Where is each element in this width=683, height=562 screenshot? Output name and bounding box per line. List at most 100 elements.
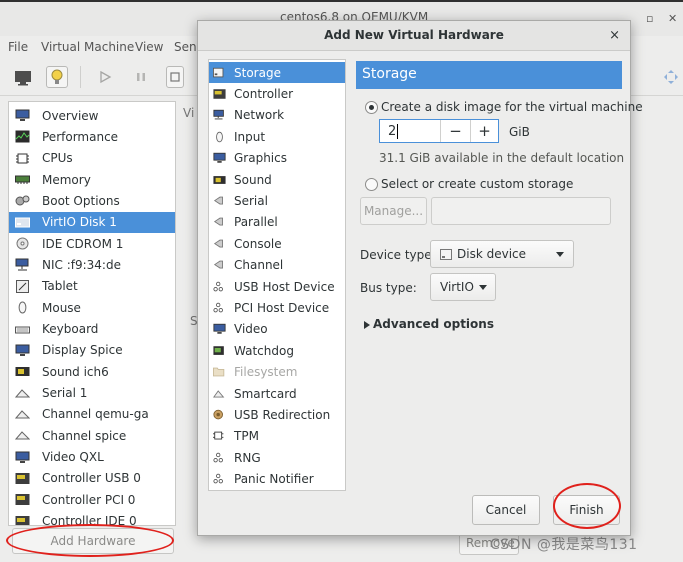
hardware-list-item[interactable]: Channel qemu-ga [9, 404, 175, 425]
device-type-item[interactable]: Network [209, 105, 345, 126]
device-type-item[interactable]: Controller [209, 83, 345, 104]
hardware-list-item-label: Boot Options [42, 193, 120, 208]
shutdown-button[interactable] [166, 66, 184, 88]
monitor-icon [15, 109, 30, 122]
hardware-list-item[interactable]: CPUs [9, 148, 175, 169]
details-view-button[interactable] [46, 66, 68, 88]
chevron-right-icon [364, 321, 370, 329]
device-type-item[interactable]: USB Redirection [209, 404, 345, 425]
device-type-item[interactable]: Input [209, 126, 345, 147]
hardware-list-item[interactable]: Overview [9, 105, 175, 126]
pause-icon[interactable] [130, 66, 152, 88]
storage-header: Storage [356, 61, 622, 89]
device-type-item[interactable]: Serial [209, 190, 345, 211]
close-icon[interactable]: × [609, 28, 620, 43]
tablet-icon [15, 279, 30, 293]
device-type-item[interactable]: Storage [209, 62, 345, 83]
memory-icon [15, 173, 30, 186]
device-type-combo[interactable]: Disk device [430, 240, 574, 268]
disk-device-icon [440, 249, 452, 260]
console-view-icon[interactable] [12, 66, 34, 88]
device-type-item[interactable]: Smartcard [209, 383, 345, 404]
storage-header-title: Storage [362, 66, 417, 82]
device-type-item[interactable]: USB Host Device [209, 276, 345, 297]
device-type-item-label: USB Host Device [234, 279, 335, 294]
device-type-item[interactable]: Video [209, 319, 345, 340]
run-icon[interactable] [94, 66, 116, 88]
hardware-list-item-label: Display Spice [42, 343, 123, 358]
hardware-list-item[interactable]: Performance [9, 126, 175, 147]
hardware-list-item-label: Controller USB 0 [42, 471, 141, 486]
device-type-item-label: Network [234, 108, 285, 123]
increment-button[interactable]: + [470, 120, 498, 142]
bus-type-combo[interactable]: VirtIO [430, 273, 496, 301]
create-disk-label[interactable]: Create a disk image for the virtual mach… [381, 100, 643, 114]
hardware-list-item-label: Performance [42, 129, 119, 144]
device-type-item[interactable]: Sound [209, 169, 345, 190]
hardware-list-item-label: Serial 1 [42, 386, 88, 401]
device-type-item[interactable]: Watchdog [209, 340, 345, 361]
hardware-list-item[interactable]: Channel spice [9, 425, 175, 446]
serial-port-icon [14, 387, 31, 400]
dialog-header: Add New Virtual Hardware × [198, 21, 630, 51]
device-type-item-label: Serial [234, 193, 268, 208]
disk-size-spinbutton[interactable]: 2 − + [379, 119, 499, 143]
device-type-item[interactable]: PCI Host Device [209, 297, 345, 318]
finish-button[interactable]: Finish [553, 495, 620, 525]
available-space-text: 31.1 GiB available in the default locati… [379, 151, 625, 165]
menu-virtual-machine[interactable]: Virtual Machine [41, 40, 134, 54]
device-type-item[interactable]: Console [209, 233, 345, 254]
hardware-list-item[interactable]: Mouse [9, 297, 175, 318]
hardware-list-item[interactable]: Keyboard [9, 319, 175, 340]
network-card-icon [15, 258, 30, 271]
usb-icon [213, 281, 226, 293]
display-icon [213, 152, 226, 164]
toolbar-separator [80, 66, 81, 88]
cancel-button[interactable]: Cancel [472, 495, 540, 525]
hardware-list-item[interactable]: Video QXL [9, 447, 175, 468]
hardware-list-item[interactable]: Tablet [9, 276, 175, 297]
rng-icon [213, 452, 226, 464]
hardware-list-item[interactable]: Controller USB 0 [9, 468, 175, 489]
hardware-list-item[interactable]: Serial 1 [9, 383, 175, 404]
plug-icon [213, 259, 226, 271]
hardware-list-item[interactable]: VirtIO Disk 1 [9, 211, 175, 233]
device-type-item[interactable]: Parallel [209, 212, 345, 233]
video-card-icon [15, 451, 30, 464]
create-disk-radio[interactable] [365, 101, 378, 114]
hardware-list-item[interactable]: Controller IDE 0 [9, 511, 175, 525]
hardware-list-item[interactable]: NIC :f9:34:de [9, 254, 175, 275]
disk-size-value[interactable]: 2 [388, 124, 396, 139]
device-type-item[interactable]: RNG [209, 447, 345, 468]
close-icon[interactable]: ✕ [668, 12, 677, 25]
storage-path-field[interactable] [431, 197, 611, 225]
device-type-item-label: Smartcard [234, 386, 297, 401]
device-type-item[interactable]: Panic Notifier [209, 469, 345, 490]
usb-redirection-icon [213, 409, 226, 421]
tpm-chip-icon [213, 430, 226, 442]
add-hardware-button[interactable]: Add Hardware [12, 528, 174, 554]
fullscreen-icon[interactable] [660, 66, 682, 88]
hardware-list-item[interactable]: Display Spice [9, 340, 175, 361]
device-type-item[interactable]: Graphics [209, 148, 345, 169]
hardware-list-item[interactable]: Boot Options [9, 190, 175, 211]
manage-button[interactable]: Manage... [360, 197, 427, 225]
menu-view[interactable]: View [135, 40, 163, 54]
minimize-icon[interactable]: ▫ [646, 12, 653, 25]
custom-storage-radio[interactable] [365, 178, 378, 191]
custom-storage-label[interactable]: Select or create custom storage [381, 177, 573, 191]
watermark: CSDN @我是菜鸟131 [490, 537, 638, 553]
device-type-item[interactable]: Channel [209, 255, 345, 276]
hardware-list-item-label: Tablet [42, 279, 78, 294]
decrement-button[interactable]: − [440, 120, 470, 142]
hardware-list-item[interactable]: Sound ich6 [9, 361, 175, 382]
hardware-list-item[interactable]: Controller PCI 0 [9, 489, 175, 510]
performance-graph-icon [15, 130, 30, 143]
hardware-list-item[interactable]: Memory [9, 169, 175, 190]
hardware-list-item[interactable]: IDE CDROM 1 [9, 233, 175, 254]
menu-file[interactable]: File [8, 40, 28, 54]
device-type-list: Storage Controller Network Input Graphics Sou… [208, 59, 346, 491]
hardware-list-item-label: VirtIO Disk 1 [42, 215, 117, 230]
device-type-item[interactable]: TPM [209, 426, 345, 447]
hardware-list: Overview Performance CPUs Memory Boot Option… [8, 101, 176, 526]
